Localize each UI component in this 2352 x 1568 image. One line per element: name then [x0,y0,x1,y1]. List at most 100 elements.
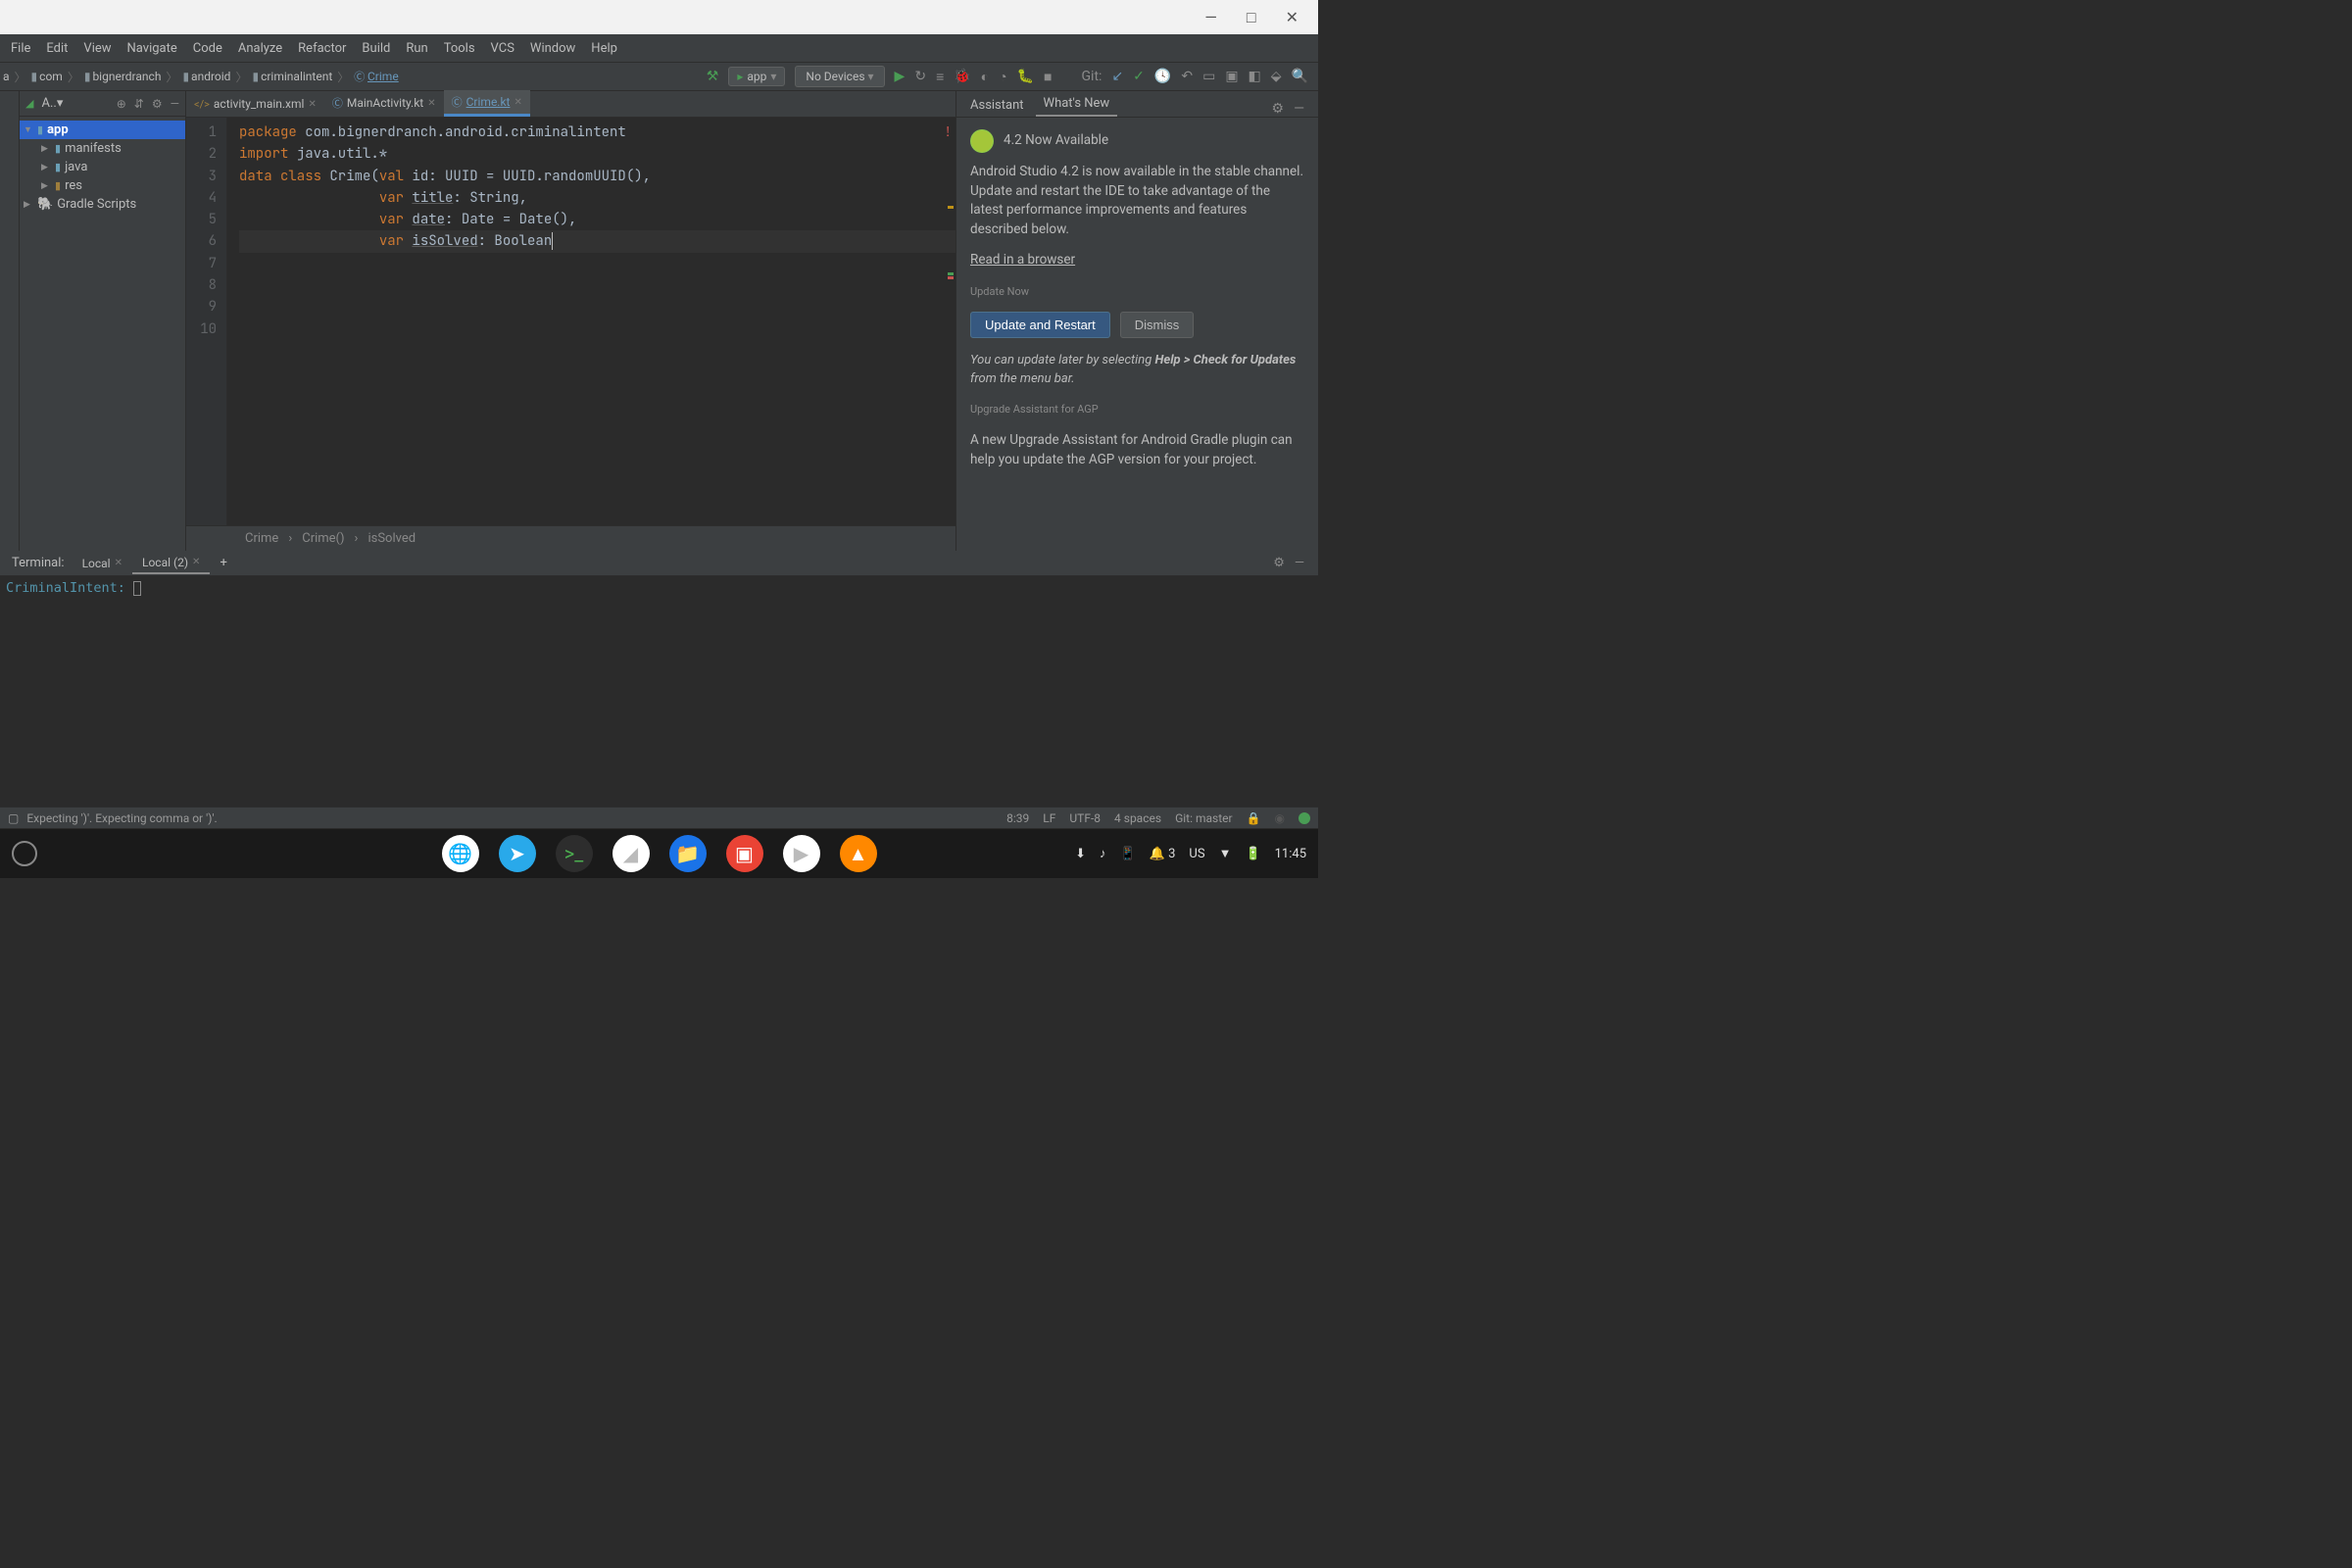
tree-item-gradle[interactable]: ▶🐘Gradle Scripts [20,195,185,214]
editor-tab[interactable]: ⒸMainActivity.kt✕ [324,91,444,117]
menu-window[interactable]: Window [523,39,582,58]
breadcrumb-item[interactable]: ▮criminalintent [251,68,333,85]
window-minimize-icon[interactable]: — [1204,8,1217,26]
cube-icon[interactable]: ⬙ [1271,69,1282,84]
terminal-app-icon[interactable]: >_ [556,835,593,872]
build-hammer-icon[interactable]: ⚒ [707,69,719,84]
editor-body[interactable]: 12345678910 package com.bignerdranch.and… [186,118,956,525]
terminal-body[interactable]: CriminalIntent: [0,576,1318,807]
menu-help[interactable]: Help [584,39,624,58]
profiler-icon[interactable]: ◔ [999,69,1006,85]
status-process-indicator-icon[interactable] [1298,812,1310,824]
files-icon[interactable]: 📁 [669,835,707,872]
terminal-hide-icon[interactable]: — [1295,556,1304,570]
breadcrumb[interactable]: a〉▮com〉▮bignerdranch〉▮android〉▮criminali… [0,67,400,86]
tab-assistant[interactable]: Assistant [962,94,1032,117]
terminal-tab-local[interactable]: Local ✕ [73,554,132,573]
git-update-icon[interactable]: ↙ [1111,69,1123,84]
panel-hide-icon[interactable]: — [1294,101,1304,117]
tray-clock[interactable]: 11:45 [1275,847,1306,861]
git-history-icon[interactable]: 🕓 [1154,69,1171,84]
terminal-new-tab-icon[interactable]: + [210,556,236,570]
tray-download-icon[interactable]: ⬇ [1075,847,1086,861]
status-git-branch[interactable]: Git: master [1175,811,1233,825]
menu-analyze[interactable]: Analyze [231,39,289,58]
git-rollback-icon[interactable]: ↶ [1181,69,1193,84]
menu-refactor[interactable]: Refactor [291,39,353,58]
git-commit-icon[interactable]: ✓ [1133,69,1145,84]
screenshot-icon[interactable]: ▣ [726,835,763,872]
attach-debugger-icon[interactable]: 🐛 [1017,69,1034,84]
editor-tab[interactable]: ⒸCrime.kt✕ [444,90,530,117]
project-tree[interactable]: ▼▮app ▶▮manifests ▶▮java ▶▮res ▶🐘Gradle … [20,117,185,218]
panel-settings-icon[interactable]: ⚙ [1272,101,1285,117]
update-and-restart-button[interactable]: Update and Restart [970,312,1110,338]
code-area[interactable]: package com.bignerdranch.android.crimina… [227,118,956,525]
close-tab-icon[interactable]: ✕ [427,98,435,109]
vlc-icon[interactable]: ▲ [840,835,877,872]
error-stripe[interactable] [946,118,956,525]
tree-item-manifests[interactable]: ▶▮manifests [20,139,185,158]
telegram-icon[interactable]: ➤ [499,835,536,872]
hide-icon[interactable]: — [171,97,179,111]
tree-item-java[interactable]: ▶▮java [20,158,185,176]
window-maximize-icon[interactable]: □ [1247,8,1256,27]
tray-notif-icon[interactable]: 🔔 3 [1150,847,1176,861]
crumb-prop[interactable]: isSolved [368,531,416,546]
menu-build[interactable]: Build [355,39,397,58]
tree-item-res[interactable]: ▶▮res [20,176,185,195]
run-config-dropdown[interactable]: ▸app ▾ [728,67,785,86]
menu-tools[interactable]: Tools [437,39,482,58]
tray-wifi-icon[interactable]: ▼ [1219,846,1232,861]
debug-icon[interactable]: 🐞 [954,69,970,84]
status-caret-pos[interactable]: 8:39 [1006,811,1029,825]
menu-vcs[interactable]: VCS [484,39,521,58]
resource-manager-icon[interactable]: ◧ [1249,69,1261,84]
settings-icon[interactable]: ⚙ [152,97,163,111]
status-tool-windows-icon[interactable]: ▢ [8,811,19,825]
tab-whats-new[interactable]: What's New [1036,92,1118,117]
tree-root-app[interactable]: ▼▮app [20,121,185,139]
menu-navigate[interactable]: Navigate [121,39,184,58]
editor-tab[interactable]: </>activity_main.xml✕ [186,93,324,117]
dismiss-button[interactable]: Dismiss [1120,312,1195,338]
stop-icon[interactable]: ■ [1044,69,1052,85]
breadcrumb-item[interactable]: ▮android [181,68,231,85]
status-encoding[interactable]: UTF-8 [1069,811,1101,825]
status-lock-icon[interactable]: 🔒 [1247,811,1261,825]
sdk-manager-icon[interactable]: ▣ [1225,69,1238,84]
terminal-tab-local2[interactable]: Local (2) ✕ [132,553,210,574]
status-line-sep[interactable]: LF [1043,811,1055,825]
menu-run[interactable]: Run [399,39,434,58]
launcher-icon[interactable] [12,841,37,866]
menu-view[interactable]: View [76,39,118,58]
search-everywhere-icon[interactable]: 🔍 [1292,69,1308,84]
play-store-icon[interactable]: ▶ [783,835,820,872]
breadcrumb-item[interactable]: ▮bignerdranch [83,68,163,85]
locate-icon[interactable]: ⊕ [117,97,126,111]
breadcrumb-item[interactable]: ▮com [30,68,64,85]
android-studio-icon[interactable]: ◢ [612,835,650,872]
close-tab-icon[interactable]: ✕ [308,99,316,110]
crumb-ctor[interactable]: Crime() [302,531,344,546]
apply-changes-icon[interactable]: ↻ [914,69,926,84]
menu-code[interactable]: Code [186,39,229,58]
tray-battery-icon[interactable]: 🔋 [1245,847,1260,861]
window-close-icon[interactable]: ✕ [1286,8,1298,26]
menu-file[interactable]: File [4,39,37,58]
project-view-dropdown[interactable]: A..▾ [41,96,63,111]
crumb-class[interactable]: Crime [245,531,278,546]
status-indent[interactable]: 4 spaces [1114,811,1161,825]
tray-lang[interactable]: US [1189,847,1204,861]
close-tab-icon[interactable]: ✕ [514,97,521,108]
run-icon[interactable]: ▶ [895,69,906,84]
device-dropdown[interactable]: No Devices ▾ [795,66,884,87]
read-in-browser-link[interactable]: Read in a browser [970,251,1075,270]
tray-phone-icon[interactable]: 📱 [1119,847,1135,861]
editor-breadcrumb[interactable]: Crime› Crime()› isSolved [186,525,956,551]
chrome-icon[interactable]: 🌐 [442,835,479,872]
status-shield-icon[interactable]: ◉ [1275,811,1285,825]
tray-music-icon[interactable]: ♪ [1100,846,1106,861]
menu-edit[interactable]: Edit [39,39,74,58]
left-tool-strip[interactable] [0,91,20,551]
